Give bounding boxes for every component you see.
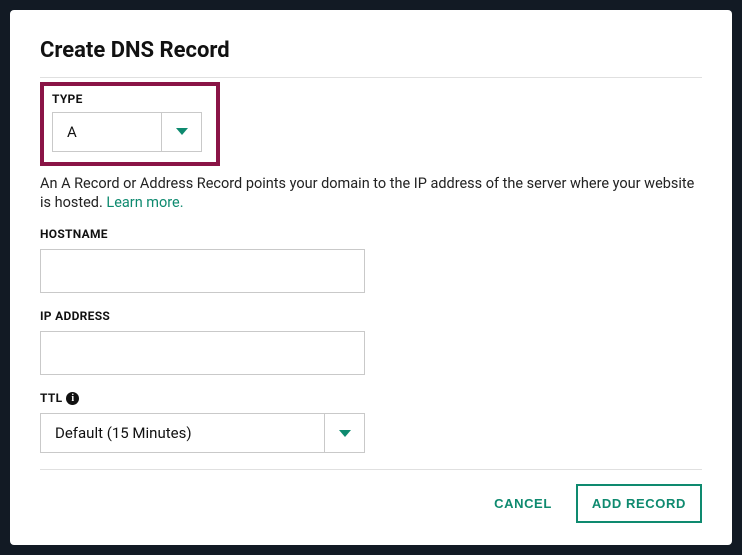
ttl-value: Default (15 Minutes) [41, 414, 324, 452]
caret-down-icon [161, 113, 201, 151]
type-select[interactable]: A [52, 112, 208, 152]
ip-label: IP ADDRESS [40, 309, 702, 323]
caret-down-icon [324, 414, 364, 452]
ttl-field-group: TTL i Default (15 Minutes) [40, 391, 702, 453]
type-field-highlight: TYPE A [40, 82, 220, 166]
ttl-label-row: TTL i [40, 391, 702, 405]
create-dns-record-modal: Create DNS Record TYPE A An A Record or … [10, 10, 732, 545]
type-label: TYPE [52, 92, 208, 106]
ttl-label: TTL [40, 391, 62, 405]
hostname-field-group: HOSTNAME [40, 227, 702, 293]
hostname-label: HOSTNAME [40, 227, 702, 241]
divider [40, 469, 702, 470]
modal-title: Create DNS Record [40, 38, 702, 63]
info-icon[interactable]: i [66, 392, 79, 405]
modal-footer: CANCEL ADD RECORD [40, 469, 702, 523]
learn-more-link[interactable]: Learn more. [106, 194, 183, 211]
cancel-button[interactable]: CANCEL [490, 486, 556, 521]
ip-input[interactable] [40, 331, 365, 375]
type-helper-text: An A Record or Address Record points you… [40, 174, 702, 213]
type-value: A [53, 113, 161, 151]
ip-field-group: IP ADDRESS [40, 309, 702, 375]
hostname-input[interactable] [40, 249, 365, 293]
add-record-button[interactable]: ADD RECORD [576, 484, 702, 523]
ttl-select[interactable]: Default (15 Minutes) [40, 413, 702, 453]
